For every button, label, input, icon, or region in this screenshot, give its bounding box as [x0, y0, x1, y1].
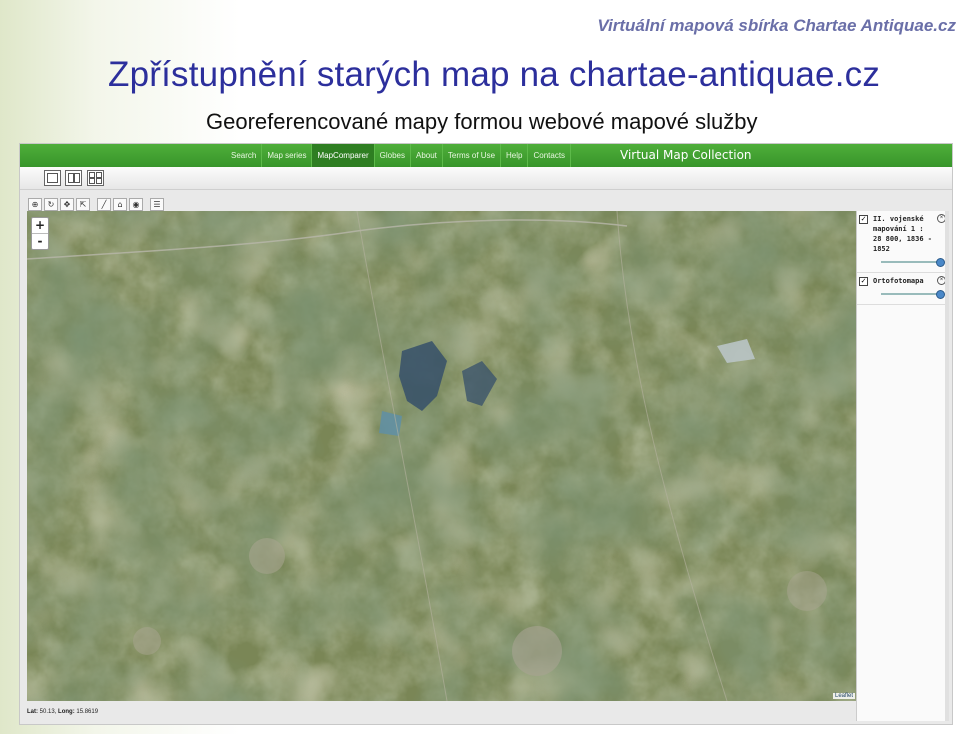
- layer-checkbox[interactable]: ✓: [859, 277, 868, 286]
- layer-checkbox[interactable]: ✓: [859, 215, 868, 224]
- satellite-imagery: [27, 211, 857, 701]
- lat-value: 50.13: [39, 709, 55, 715]
- map-toolbar: ⊕ ↻ ✥ ⇱ ╱ ⌂ ◉ ☰: [28, 198, 164, 211]
- app-window: Search Map series MapComparer Globes Abo…: [19, 143, 953, 725]
- nav-search[interactable]: Search: [226, 144, 263, 167]
- export-icon[interactable]: ⇱: [76, 198, 90, 211]
- nav-map-series[interactable]: Map series: [262, 144, 313, 167]
- brand-title[interactable]: Virtual Map Collection: [620, 144, 752, 167]
- single-view-button[interactable]: [44, 170, 61, 186]
- header-corner-text: Virtuální mapová sbírka Chartae Antiquae…: [597, 16, 956, 35]
- navbar: Search Map series MapComparer Globes Abo…: [20, 144, 952, 167]
- opacity-slider[interactable]: [881, 258, 945, 267]
- four-grid-view-button[interactable]: [87, 170, 104, 186]
- pan-icon[interactable]: ✥: [60, 198, 74, 211]
- map-attribution[interactable]: Leaflet: [832, 693, 855, 699]
- slider-handle[interactable]: [936, 258, 945, 267]
- nav-globes[interactable]: Globes: [375, 144, 411, 167]
- layer-item: ✓ II. vojenské mapování 1 : 28 800, 1836…: [857, 211, 949, 273]
- layer-name: II. vojenské mapování 1 : 28 800, 1836 -…: [873, 215, 933, 253]
- lat-label: Lat:: [27, 709, 38, 715]
- nav-terms[interactable]: Terms of Use: [443, 144, 502, 167]
- zoom-control: + -: [31, 217, 49, 250]
- page-subtitle: Georeferencované mapy formou webové mapo…: [206, 109, 758, 134]
- long-label: Long:: [58, 709, 75, 715]
- opacity-slider[interactable]: [881, 290, 945, 299]
- layer-item: ✓ Ortofotomapa ×: [857, 273, 949, 305]
- slider-handle[interactable]: [936, 290, 945, 299]
- layer-name: Ortofotomapa: [873, 277, 924, 285]
- nav-items: Search Map series MapComparer Globes Abo…: [226, 144, 572, 167]
- long-value: 15.8619: [76, 709, 99, 715]
- layout-bar: [20, 167, 952, 190]
- zoom-in-icon[interactable]: ⊕: [28, 198, 42, 211]
- nav-mapcomparer[interactable]: MapComparer: [312, 144, 375, 167]
- layers-icon[interactable]: ☰: [150, 198, 164, 211]
- two-column-view-button[interactable]: [65, 170, 82, 186]
- nav-contacts[interactable]: Contacts: [528, 144, 572, 167]
- zoom-in-button[interactable]: +: [32, 218, 48, 233]
- page-title: Zpřístupnění starých map na chartae-anti…: [108, 55, 881, 94]
- panel-scrollbar[interactable]: [945, 211, 949, 721]
- zoom-out-button[interactable]: -: [32, 233, 48, 249]
- home-icon[interactable]: ⌂: [113, 198, 127, 211]
- layer-panel: ✓ II. vojenské mapování 1 : 28 800, 1836…: [856, 211, 949, 721]
- measure-line-icon[interactable]: ╱: [97, 198, 111, 211]
- map-view[interactable]: + - Leaflet: [27, 211, 857, 701]
- nav-help[interactable]: Help: [501, 144, 529, 167]
- target-icon[interactable]: ◉: [129, 198, 143, 211]
- refresh-icon[interactable]: ↻: [44, 198, 58, 211]
- nav-about[interactable]: About: [411, 144, 443, 167]
- coordinate-readout: Lat: 50.13, Long: 15.8619: [27, 709, 99, 715]
